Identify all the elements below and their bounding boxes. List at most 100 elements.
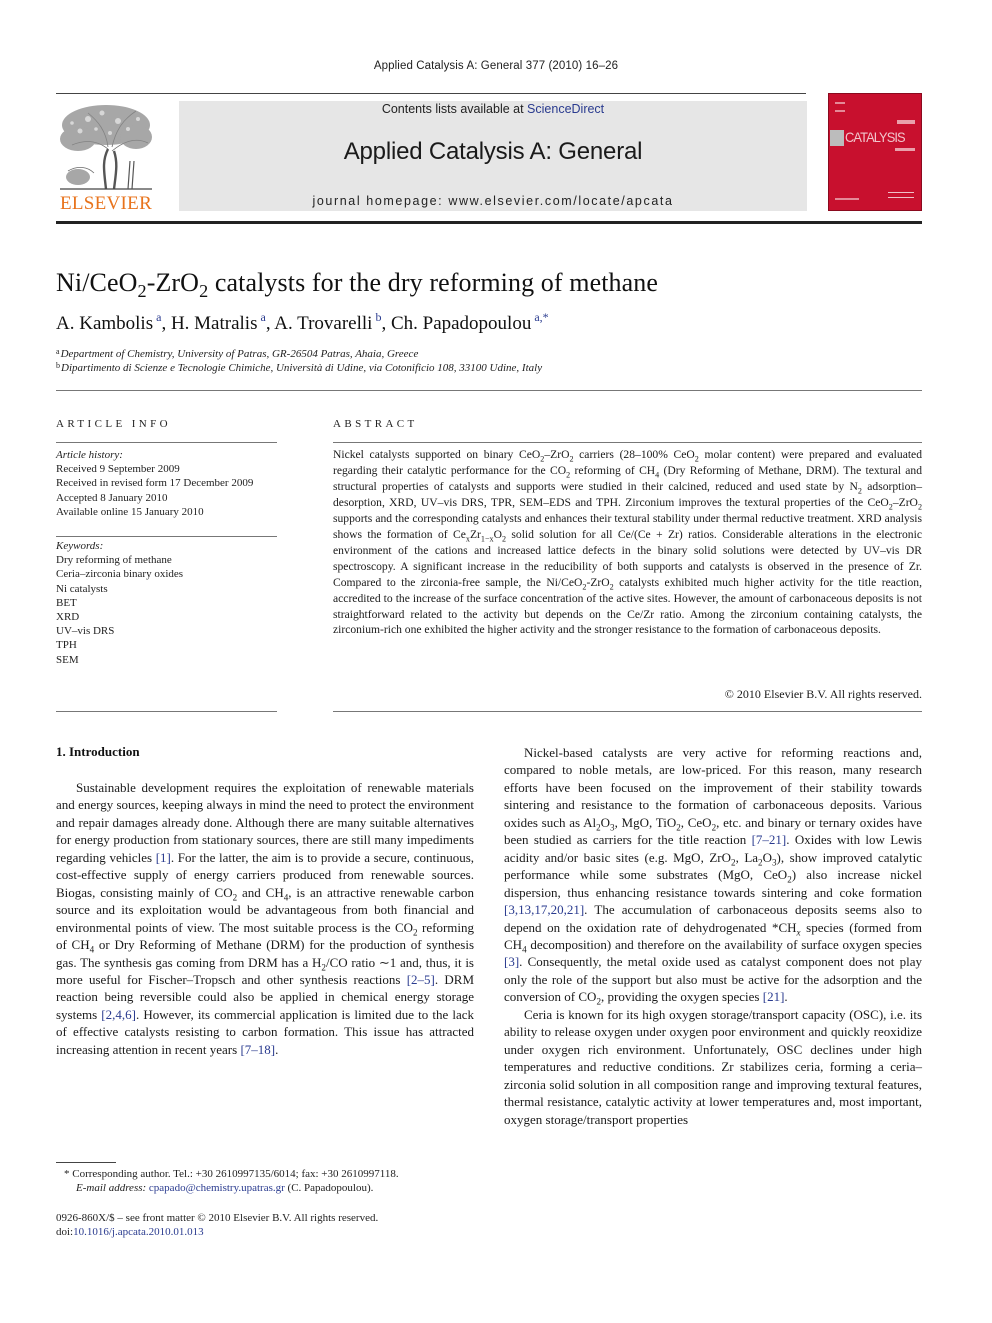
cover-general-label: [895, 148, 915, 151]
keyword-item[interactable]: TPH: [56, 638, 281, 652]
affiliation-a: aDepartment of Chemistry, University of …: [56, 347, 418, 360]
body-paragraph: Ceria is known for its high oxygen stora…: [504, 1006, 922, 1127]
history-list: Received 9 September 2009 Received in rev…: [56, 462, 281, 519]
doi-line: doi:10.1016/j.apcata.2010.01.013: [56, 1226, 204, 1238]
journal-cover-thumbnail[interactable]: CATALYSIS: [828, 93, 922, 211]
email-link[interactable]: cpapado@chemistry.upatras.gr: [149, 1182, 285, 1194]
citation-link[interactable]: [3]: [504, 954, 519, 969]
subscript: 4: [89, 944, 95, 955]
subscript: 2: [566, 470, 571, 480]
subscript: 2: [888, 502, 893, 512]
citation-link[interactable]: [7–21]: [752, 832, 787, 847]
body-paragraph: Sustainable development requires the exp…: [56, 780, 475, 1057]
subscript: 4: [522, 944, 527, 955]
cover-applied-label: [897, 120, 915, 124]
running-head: Applied Catalysis A: General 377 (2010) …: [373, 60, 619, 72]
history-item: Received 9 September 2009: [56, 463, 180, 476]
subscript: 2: [711, 822, 717, 833]
keyword-item[interactable]: Ni catalysts: [56, 582, 281, 596]
keyword-item[interactable]: XRD: [56, 610, 281, 624]
keywords-list: Dry reforming of methane Ceria–zirconia b…: [56, 553, 281, 667]
keyword-item[interactable]: SEM: [56, 653, 281, 667]
affiliation-marker[interactable]: a: [153, 310, 161, 324]
subscript: 3: [610, 822, 615, 833]
journal-banner: Contents lists available at ScienceDirec…: [179, 101, 807, 211]
citation-link[interactable]: [21]: [763, 989, 785, 1004]
author-name[interactable]: H. Matralis: [171, 313, 258, 334]
affiliation-text: Department of Chemistry, University of P…: [60, 348, 419, 360]
author-name[interactable]: A. Trovarelli: [274, 313, 372, 334]
subscript: 2: [199, 281, 209, 302]
cover-c-block: [830, 130, 844, 146]
subscript: 2: [676, 822, 681, 833]
affiliation-mark: b: [56, 361, 60, 370]
history-heading: Article history:: [56, 449, 123, 461]
keywords: Keywords: Dry reforming of methane Ceria–…: [56, 539, 281, 667]
abstract-heading: ABSTRACT: [333, 418, 418, 430]
subscript: 2: [758, 857, 763, 868]
subscript: 2: [694, 454, 699, 464]
elsevier-tree-icon: [60, 105, 152, 190]
doi-prefix: doi:: [56, 1226, 74, 1238]
copyright-notice: © 2010 Elsevier B.V. All rights reserved…: [724, 687, 922, 701]
citation-link[interactable]: [7–18]: [240, 1042, 275, 1057]
affiliation-marker[interactable]: b: [372, 310, 381, 324]
article-history: Article history: Received 9 September 20…: [56, 448, 281, 519]
affiliation-text: Dipartimento di Scienze e Tecnologie Chi…: [61, 362, 543, 374]
affiliation-b: bDipartimento di Scienze e Tecnologie Ch…: [56, 361, 542, 374]
citation-link[interactable]: [2–5]: [407, 972, 435, 987]
author-name[interactable]: Ch. Papadopoulou: [391, 313, 531, 334]
masthead-divider: [56, 221, 922, 224]
subscript: 2: [731, 857, 736, 868]
subscript: 4: [283, 892, 289, 903]
history-item: Received in revised form 17 December 200…: [56, 477, 254, 490]
subscript: x: [465, 534, 470, 544]
subscript: 2: [857, 486, 862, 496]
email-footnote: E-mail address: cpapado@chemistry.upatra…: [76, 1182, 373, 1194]
citation-link[interactable]: [3,13,17,20,21]: [504, 902, 584, 917]
keyword-item[interactable]: Ceria–zirconia binary oxides: [56, 567, 281, 581]
contents-line: Contents lists available at ScienceDirec…: [179, 102, 807, 116]
footnote-divider: [56, 1162, 116, 1163]
body-column-left: Sustainable development requires the exp…: [56, 779, 474, 1058]
citation-link[interactable]: [2,4,6]: [101, 1007, 136, 1022]
subscript: 1−x: [480, 534, 494, 544]
subscript: 2: [232, 892, 238, 903]
cover-footer-line: [835, 198, 859, 200]
keyword-item[interactable]: Dry reforming of methane: [56, 553, 281, 567]
abstract-divider: [333, 442, 922, 443]
doi-link[interactable]: 10.1016/j.apcata.2010.01.013: [73, 1226, 203, 1238]
subscript: 2: [596, 822, 601, 833]
affiliation-marker[interactable]: a: [257, 310, 265, 324]
title-divider: [56, 390, 922, 391]
publisher-wordmark: ELSEVIER: [59, 193, 153, 214]
author-name[interactable]: A. Kambolis: [56, 313, 153, 334]
history-item: Accepted 8 January 2010: [56, 491, 168, 504]
journal-name: Applied Catalysis A: General: [343, 138, 643, 165]
cover-volume-mark: [835, 102, 845, 112]
info-divider: [56, 536, 277, 537]
subscript: 2: [569, 454, 574, 464]
keyword-item[interactable]: BET: [56, 596, 281, 610]
citation-link[interactable]: [1]: [156, 850, 171, 865]
sciencedirect-link[interactable]: ScienceDirect: [527, 102, 604, 116]
article-info-heading: ARTICLE INFO: [56, 418, 171, 430]
subscript: 2: [917, 502, 922, 512]
email-suffix: (C. Papadopoulou).: [284, 1182, 374, 1194]
affiliation-mark: a: [56, 347, 60, 356]
journal-homepage: journal homepage: www.elsevier.com/locat…: [179, 194, 807, 208]
author-list: A. Kambolis a, H. Matralis a, A. Trovare…: [56, 309, 549, 334]
subscript: 2: [540, 454, 545, 464]
section-heading-introduction: 1. Introduction: [56, 744, 140, 759]
header-divider: [56, 93, 806, 94]
affiliation-marker[interactable]: a,*: [531, 310, 548, 324]
cover-title: CATALYSIS: [845, 129, 906, 145]
elsevier-logo[interactable]: ELSEVIER: [56, 101, 156, 214]
subscript: 2: [787, 874, 792, 885]
homepage-url[interactable]: www.elsevier.com/locate/apcata: [448, 194, 673, 208]
keyword-item[interactable]: UV–vis DRS: [56, 624, 281, 638]
subscript: 4: [655, 470, 660, 480]
body-column-right: Nickel-based catalysts are very active f…: [504, 744, 922, 1128]
info-divider: [56, 442, 277, 443]
subscript: x: [796, 927, 801, 938]
